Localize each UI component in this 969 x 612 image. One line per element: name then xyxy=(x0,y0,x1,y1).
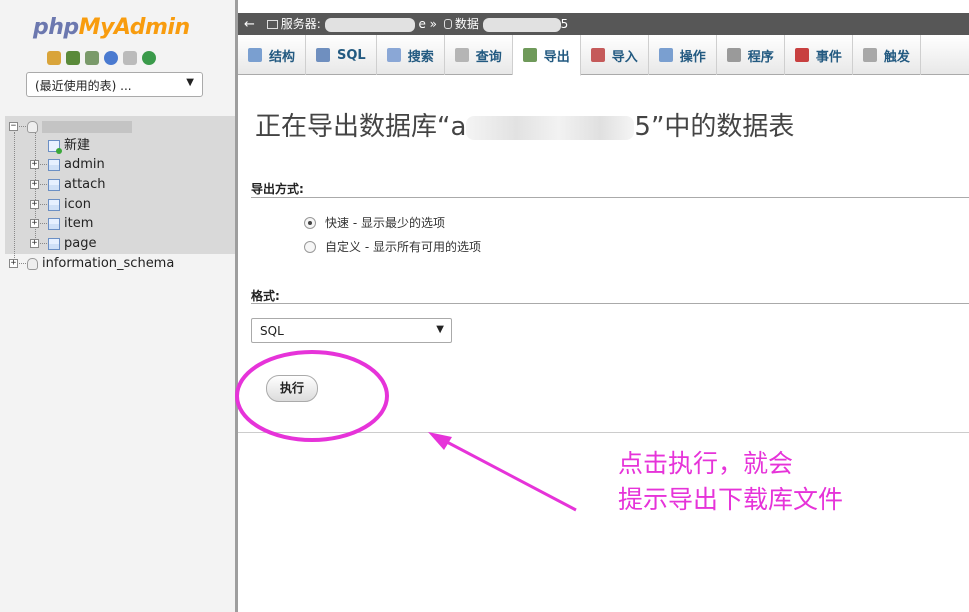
annotation-line-2: 提示导出下载库文件 xyxy=(618,485,844,514)
annotation-arrowhead xyxy=(428,432,452,450)
annotation-arrow-line xyxy=(444,439,577,512)
annotation-line-1: 点击执行，就会 xyxy=(618,449,794,478)
annotation-text: 点击执行，就会 提示导出下载库文件 xyxy=(618,446,843,518)
annotation-overlay xyxy=(235,350,577,512)
annotation-circle xyxy=(235,350,389,442)
